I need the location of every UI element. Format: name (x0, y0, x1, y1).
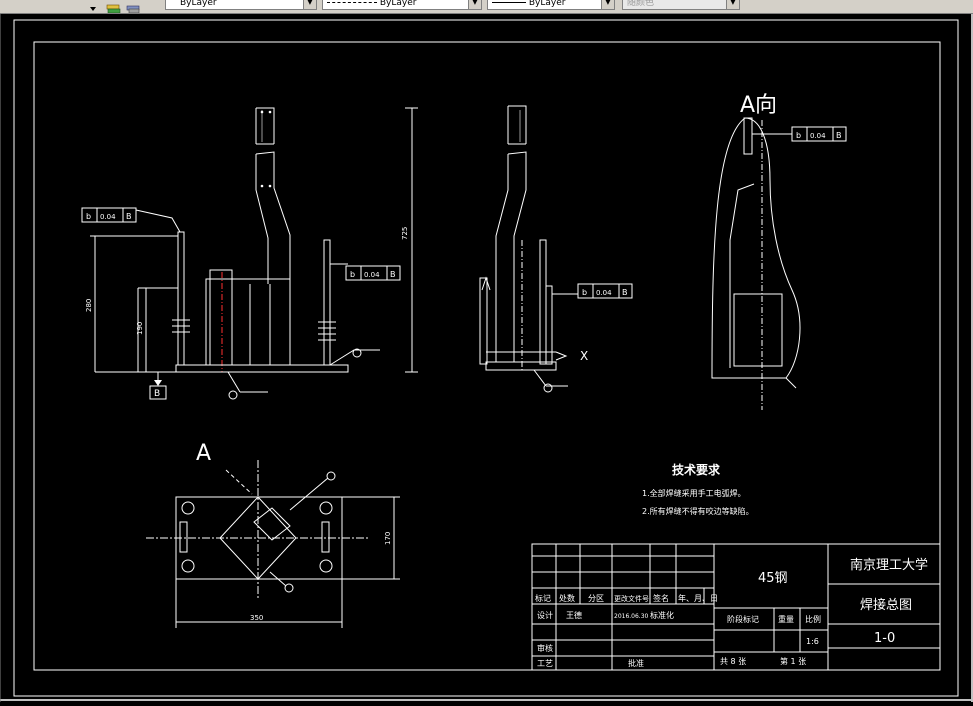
chevron-down-icon[interactable]: ▼ (468, 0, 481, 9)
tolerance-1-datum: B (126, 212, 132, 221)
designer-name: 王德 (566, 610, 582, 620)
lineweight-preview (492, 2, 526, 3)
dim-350: 350 (250, 614, 263, 622)
color-control-select[interactable]: 随颜色 ▼ (622, 0, 740, 10)
tech-req-item-1: 1.全部焊缝采用手工电弧焊。 (642, 488, 746, 498)
layer-control-value: ByLayer (180, 0, 217, 8)
tech-req-title: 技术要求 (672, 462, 721, 477)
approve-label: 批准 (628, 658, 644, 668)
material-text: 45钢 (758, 571, 788, 586)
review-label: 审核 (537, 643, 553, 653)
header-change-doc: 更改文件号 (614, 594, 649, 603)
tolerance-2-symbol: b (350, 270, 355, 279)
tech-req-item-2: 2.所有焊缝不得有咬边等缺陷。 (642, 506, 754, 516)
linetype-control-value: ByLayer (379, 0, 417, 8)
design-date: 2016.06.30 (614, 613, 649, 620)
dim-725: 725 (401, 227, 409, 240)
chevron-down-icon[interactable]: ▼ (601, 0, 614, 9)
header-sign: 签名 (653, 593, 669, 603)
tolerance-2-datum: B (390, 270, 396, 279)
tolerance-3-symbol: b (582, 288, 587, 297)
tolerance-1-value: 0.04 (100, 213, 116, 221)
layer-states-icon[interactable] (126, 0, 140, 13)
chevron-down-icon[interactable]: ▼ (303, 0, 316, 9)
process-label: 工艺 (537, 659, 553, 668)
linetype-control-select[interactable]: ByLayer ▼ (322, 0, 482, 10)
x-mark: X (580, 349, 588, 363)
datum-b-marker: B (149, 380, 167, 400)
color-control-value: 随颜色 (627, 0, 655, 8)
a-view-marker: A (196, 441, 211, 466)
header-count: 处数 (559, 593, 575, 603)
layers-icon[interactable] (106, 0, 121, 13)
header-zone: 分区 (588, 594, 604, 603)
tolerance-4-symbol: b (796, 131, 801, 140)
header-date: 年、月、日 (678, 593, 718, 603)
cad-drawing: 725 280 190 B b 0.04 B b 0.04 B X b 0.04… (0, 14, 973, 702)
top-view (146, 460, 400, 628)
stage-label: 阶段标记 (727, 614, 759, 624)
drawing-canvas[interactable]: 725 280 190 B b 0.04 B b 0.04 B X b 0.04… (0, 14, 973, 702)
chevron-down-icon[interactable]: ▼ (726, 0, 739, 9)
dim-190: 190 (136, 322, 144, 335)
lineweight-control-select[interactable]: ByLayer ▼ (487, 0, 615, 10)
tolerance-2-value: 0.04 (364, 271, 380, 279)
scale-label: 比例 (805, 614, 821, 624)
tolerance-4-datum: B (836, 131, 842, 140)
std-label: 标准化 (650, 610, 674, 620)
a-view (711, 117, 801, 410)
linetype-preview (327, 2, 377, 3)
design-label: 设计 (537, 610, 553, 620)
lineweight-control-value: ByLayer (528, 0, 566, 8)
properties-toolbar: ByLayer ▼ ByLayer ▼ ByLayer ▼ 随颜色 ▼ (0, 0, 973, 14)
layer-control-select[interactable]: ByLayer ▼ (165, 0, 317, 10)
scale-value: 1:6 (806, 637, 819, 646)
sheet-count: 共 8 张 (720, 657, 746, 666)
drawing-no-text: 1-0 (874, 631, 895, 646)
header-mark: 标记 (535, 593, 551, 603)
drawing-name-text: 焊接总图 (860, 597, 912, 613)
datum-b-label: B (154, 389, 160, 399)
tolerance-1-symbol: b (86, 212, 91, 221)
dim-170: 170 (384, 532, 392, 545)
dim-280: 280 (85, 299, 93, 312)
outer-frame (13, 19, 959, 697)
university-text: 南京理工大学 (850, 557, 928, 573)
front-view (90, 107, 418, 393)
weight-label: 重量 (778, 614, 794, 624)
tolerance-3-datum: B (622, 288, 628, 297)
view-a-label: A向 (740, 93, 777, 118)
tolerance-3-value: 0.04 (596, 289, 612, 297)
tolerance-4-value: 0.04 (810, 132, 826, 140)
chevron-down-icon[interactable] (88, 0, 102, 11)
sheet-number: 第 1 张 (780, 656, 806, 666)
side-view (479, 105, 578, 387)
